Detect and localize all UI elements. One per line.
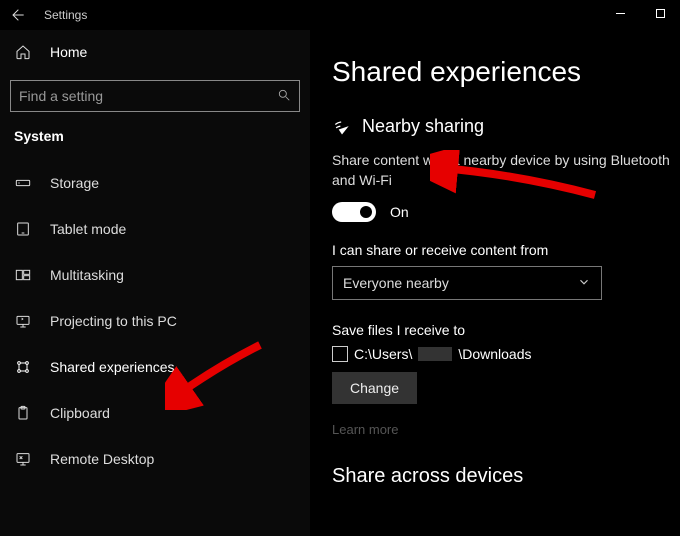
section-nearby-sharing-title: Nearby sharing (362, 116, 484, 137)
page-title: Shared experiences (332, 56, 670, 88)
sidebar-item-label: Storage (50, 175, 99, 191)
remote-icon (14, 451, 32, 467)
share-from-dropdown[interactable]: Everyone nearby (332, 266, 602, 300)
change-button[interactable]: Change (332, 372, 417, 404)
folder-path-icon (332, 346, 348, 362)
minimize-icon (615, 8, 626, 19)
window-title: Settings (44, 8, 87, 22)
sidebar-item-label: Tablet mode (50, 221, 126, 237)
home-nav[interactable]: Home (0, 30, 310, 74)
sidebar-item-clipboard[interactable]: Clipboard (0, 390, 310, 436)
maximize-icon (655, 8, 666, 19)
sidebar-item-storage[interactable]: Storage (0, 160, 310, 206)
project-icon (14, 313, 32, 329)
content-pane: Shared experiences Nearby sharing Share … (310, 30, 680, 536)
toggle-knob (360, 206, 372, 218)
home-icon (14, 44, 32, 60)
section-nearby-sharing-header: Nearby sharing (332, 116, 670, 137)
shared-icon (14, 359, 32, 375)
multitask-icon (14, 267, 32, 283)
sidebar: Home Find a setting System Storage Ta (0, 30, 310, 536)
sidebar-item-label: Projecting to this PC (50, 313, 177, 329)
nearby-sharing-icon (332, 117, 354, 137)
learn-more-link[interactable]: Learn more (332, 422, 670, 437)
home-label: Home (50, 44, 87, 60)
share-from-label: I can share or receive content from (332, 242, 670, 258)
save-to-label: Save files I receive to (332, 322, 670, 338)
save-path-suffix: \Downloads (458, 346, 531, 362)
storage-icon (14, 175, 32, 191)
maximize-button[interactable] (640, 0, 680, 26)
category-label: System (0, 126, 310, 160)
minimize-button[interactable] (600, 0, 640, 26)
sidebar-item-shared-experiences[interactable]: Shared experiences (0, 344, 310, 390)
back-button[interactable] (0, 0, 34, 30)
sidebar-item-label: Shared experiences (50, 359, 175, 375)
save-path-row: C:\Users\ \Downloads (332, 346, 670, 362)
tablet-icon (14, 221, 32, 237)
sidebar-item-tablet-mode[interactable]: Tablet mode (0, 206, 310, 252)
save-path-redacted (418, 347, 452, 361)
sidebar-item-label: Clipboard (50, 405, 110, 421)
chevron-down-icon (577, 275, 591, 292)
search-icon (277, 88, 291, 105)
save-path-prefix: C:\Users\ (354, 346, 412, 362)
back-arrow-icon (9, 7, 25, 23)
sidebar-item-label: Multitasking (50, 267, 124, 283)
sidebar-item-multitasking[interactable]: Multitasking (0, 252, 310, 298)
search-placeholder: Find a setting (19, 88, 103, 104)
nearby-sharing-desc: Share content with a nearby device by us… (332, 151, 670, 190)
titlebar: Settings (0, 0, 680, 30)
nearby-sharing-toggle[interactable] (332, 202, 376, 222)
clipboard-icon (14, 405, 32, 421)
section-share-across-devices-title: Share across devices (332, 465, 670, 488)
toggle-state-label: On (390, 204, 409, 220)
sidebar-item-label: Remote Desktop (50, 451, 154, 467)
search-input[interactable]: Find a setting (10, 80, 300, 112)
sidebar-item-projecting[interactable]: Projecting to this PC (0, 298, 310, 344)
sidebar-item-remote-desktop[interactable]: Remote Desktop (0, 436, 310, 482)
share-from-value: Everyone nearby (343, 275, 449, 291)
